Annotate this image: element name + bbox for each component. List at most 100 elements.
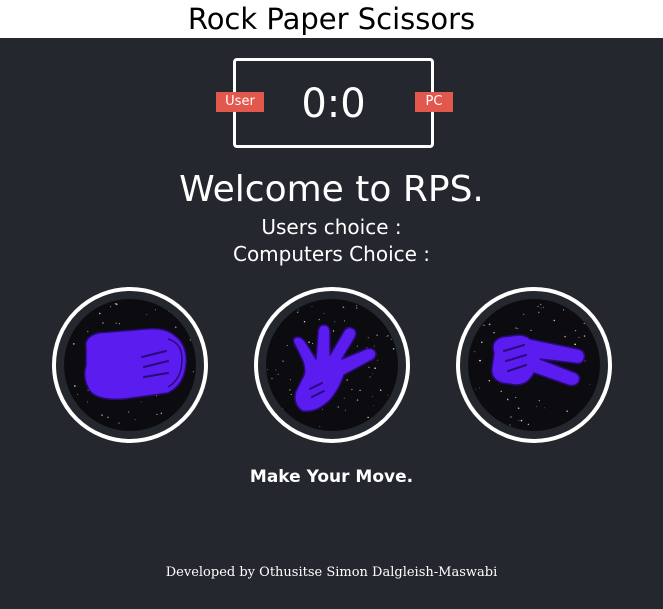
- star-dot: [530, 329, 532, 332]
- star-dot: [189, 339, 191, 341]
- make-your-move-prompt: Make Your Move.: [249, 467, 414, 487]
- star-dot: [566, 410, 568, 412]
- star-dot: [68, 310, 70, 312]
- star-dot: [281, 408, 284, 410]
- star-dot: [583, 322, 585, 325]
- star-dot: [78, 423, 80, 426]
- star-dot: [267, 369, 268, 371]
- star-dot: [271, 423, 274, 425]
- star-dot: [337, 406, 339, 408]
- star-dot: [488, 380, 490, 382]
- star-dot: [64, 389, 66, 391]
- scissors-button[interactable]: [456, 287, 612, 443]
- star-dot: [553, 319, 555, 322]
- page-title: Rock Paper Scissors: [187, 2, 476, 36]
- star-dot: [308, 341, 310, 343]
- star-dot: [595, 301, 598, 303]
- star-dot: [387, 335, 389, 337]
- fist-icon: [64, 299, 196, 431]
- star-dot: [562, 309, 565, 311]
- star-dot: [156, 413, 158, 415]
- star-dot: [369, 376, 371, 378]
- star-dot: [107, 416, 109, 419]
- star-dot: [356, 307, 358, 309]
- score-display: 0:0: [301, 81, 366, 127]
- star-dot: [303, 321, 306, 323]
- star-dot: [87, 330, 89, 333]
- star-dot: [535, 406, 537, 407]
- star-dot: [287, 314, 289, 316]
- star-dot: [515, 396, 517, 399]
- star-dot: [277, 373, 279, 376]
- star-dot: [275, 369, 277, 371]
- star-dot: [540, 307, 542, 309]
- star-dot: [68, 313, 70, 315]
- star-dot: [346, 379, 348, 381]
- star-dot: [312, 343, 314, 345]
- star-dot: [68, 422, 70, 424]
- star-dot: [515, 327, 517, 329]
- star-dot: [537, 311, 540, 314]
- star-dot: [470, 320, 473, 322]
- users-choice-text: Users choice :: [261, 215, 402, 239]
- star-dot: [506, 398, 509, 401]
- star-dot: [271, 378, 273, 380]
- star-dot: [368, 366, 370, 368]
- star-dot: [193, 343, 195, 345]
- star-dot: [289, 389, 291, 391]
- star-dot: [387, 394, 389, 396]
- star-dot: [77, 393, 79, 395]
- paper-button[interactable]: [254, 287, 410, 443]
- open-hand-icon: [266, 299, 398, 431]
- star-dot: [155, 309, 156, 311]
- star-dot: [290, 393, 292, 395]
- star-dot: [281, 423, 283, 425]
- star-dot: [544, 407, 545, 409]
- star-dot: [319, 425, 321, 428]
- star-dot: [373, 405, 374, 407]
- star-dot: [67, 414, 69, 416]
- star-dot: [481, 341, 483, 343]
- star-dot: [356, 399, 359, 401]
- star-dot: [373, 345, 375, 347]
- star-dot: [496, 306, 498, 307]
- star-dot: [543, 306, 545, 308]
- star-dot: [183, 316, 185, 318]
- pc-badge: PC: [415, 92, 453, 112]
- star-dot: [473, 351, 475, 353]
- star-dot: [588, 319, 591, 321]
- star-dot: [379, 389, 382, 391]
- rock-button[interactable]: [52, 287, 208, 443]
- star-dot: [67, 426, 69, 428]
- star-dot: [574, 300, 576, 302]
- star-dot: [351, 388, 353, 391]
- star-dot: [374, 367, 376, 369]
- star-dot: [377, 359, 379, 361]
- star-dot: [286, 345, 288, 347]
- star-dot: [474, 350, 476, 352]
- star-dot: [575, 330, 577, 332]
- star-dot: [510, 416, 512, 418]
- star-dot: [73, 385, 76, 387]
- star-dot: [67, 301, 69, 302]
- star-dot: [108, 428, 110, 429]
- star-dot: [520, 419, 523, 422]
- star-dot: [537, 305, 539, 307]
- star-dot: [110, 306, 112, 308]
- star-dot: [87, 401, 89, 403]
- star-dot: [292, 306, 293, 308]
- star-dot: [517, 328, 519, 330]
- star-dot: [189, 391, 192, 393]
- star-dot: [589, 384, 591, 386]
- star-dot: [298, 309, 299, 311]
- computers-choice-text: Computers Choice :: [232, 242, 431, 266]
- star-dot: [192, 371, 194, 373]
- star-dot: [174, 326, 177, 329]
- star-dot: [356, 345, 358, 347]
- star-dot: [500, 390, 502, 392]
- star-dot: [390, 338, 393, 340]
- star-dot: [584, 360, 586, 362]
- star-dot: [372, 373, 373, 375]
- star-dot: [169, 427, 171, 429]
- star-dot: [343, 397, 345, 399]
